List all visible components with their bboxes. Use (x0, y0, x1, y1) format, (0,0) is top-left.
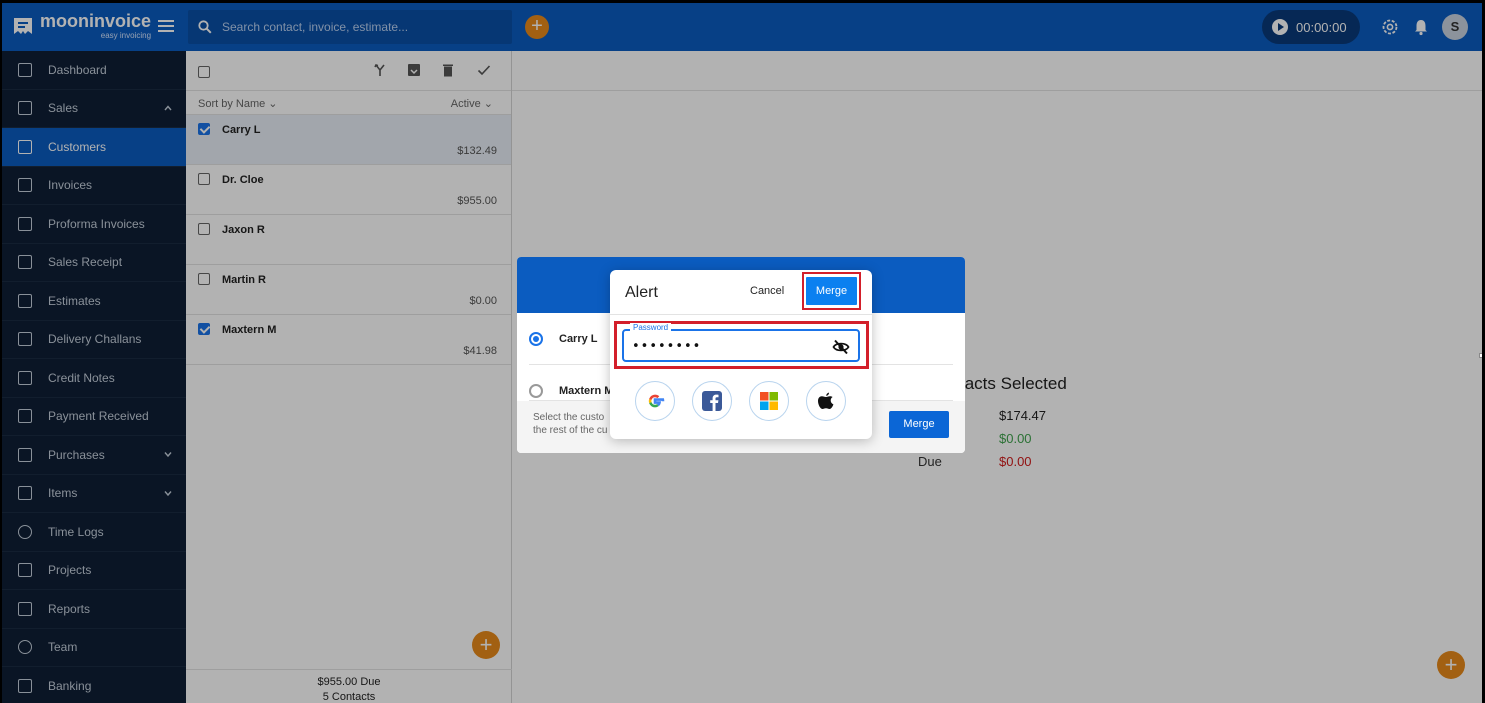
apple-icon (818, 392, 834, 409)
apple-login-button[interactable] (806, 381, 846, 421)
password-input[interactable] (632, 339, 832, 354)
merge-description: Select the custo the rest of the cu (533, 412, 608, 436)
microsoft-login-button[interactable] (749, 381, 789, 421)
alert-title: Alert (625, 284, 658, 301)
password-label: Password (630, 323, 672, 332)
google-icon (648, 394, 665, 408)
merge-modal-merge-button[interactable]: Merge (889, 411, 949, 438)
facebook-login-button[interactable] (692, 381, 732, 421)
resize-handle[interactable] (1479, 353, 1482, 358)
hide-password-eye-icon[interactable] (832, 338, 850, 356)
merge-button[interactable]: Merge (806, 277, 857, 305)
password-field: Password (622, 323, 860, 362)
alert-dialog: Alert Cancel Merge Password (610, 270, 872, 439)
cancel-button[interactable]: Cancel (750, 285, 784, 297)
merge-option-name: Carry L (559, 333, 598, 345)
facebook-icon (702, 391, 722, 411)
merge-option-radio[interactable] (529, 332, 543, 346)
app-window: mooninvoice easy invoicing + 00:00:00 S (2, 3, 1482, 703)
microsoft-icon (760, 392, 778, 410)
merge-option-name: Maxtern M (559, 385, 614, 397)
google-login-button[interactable] (635, 381, 675, 421)
merge-option-radio[interactable] (529, 384, 543, 398)
divider (610, 314, 872, 315)
